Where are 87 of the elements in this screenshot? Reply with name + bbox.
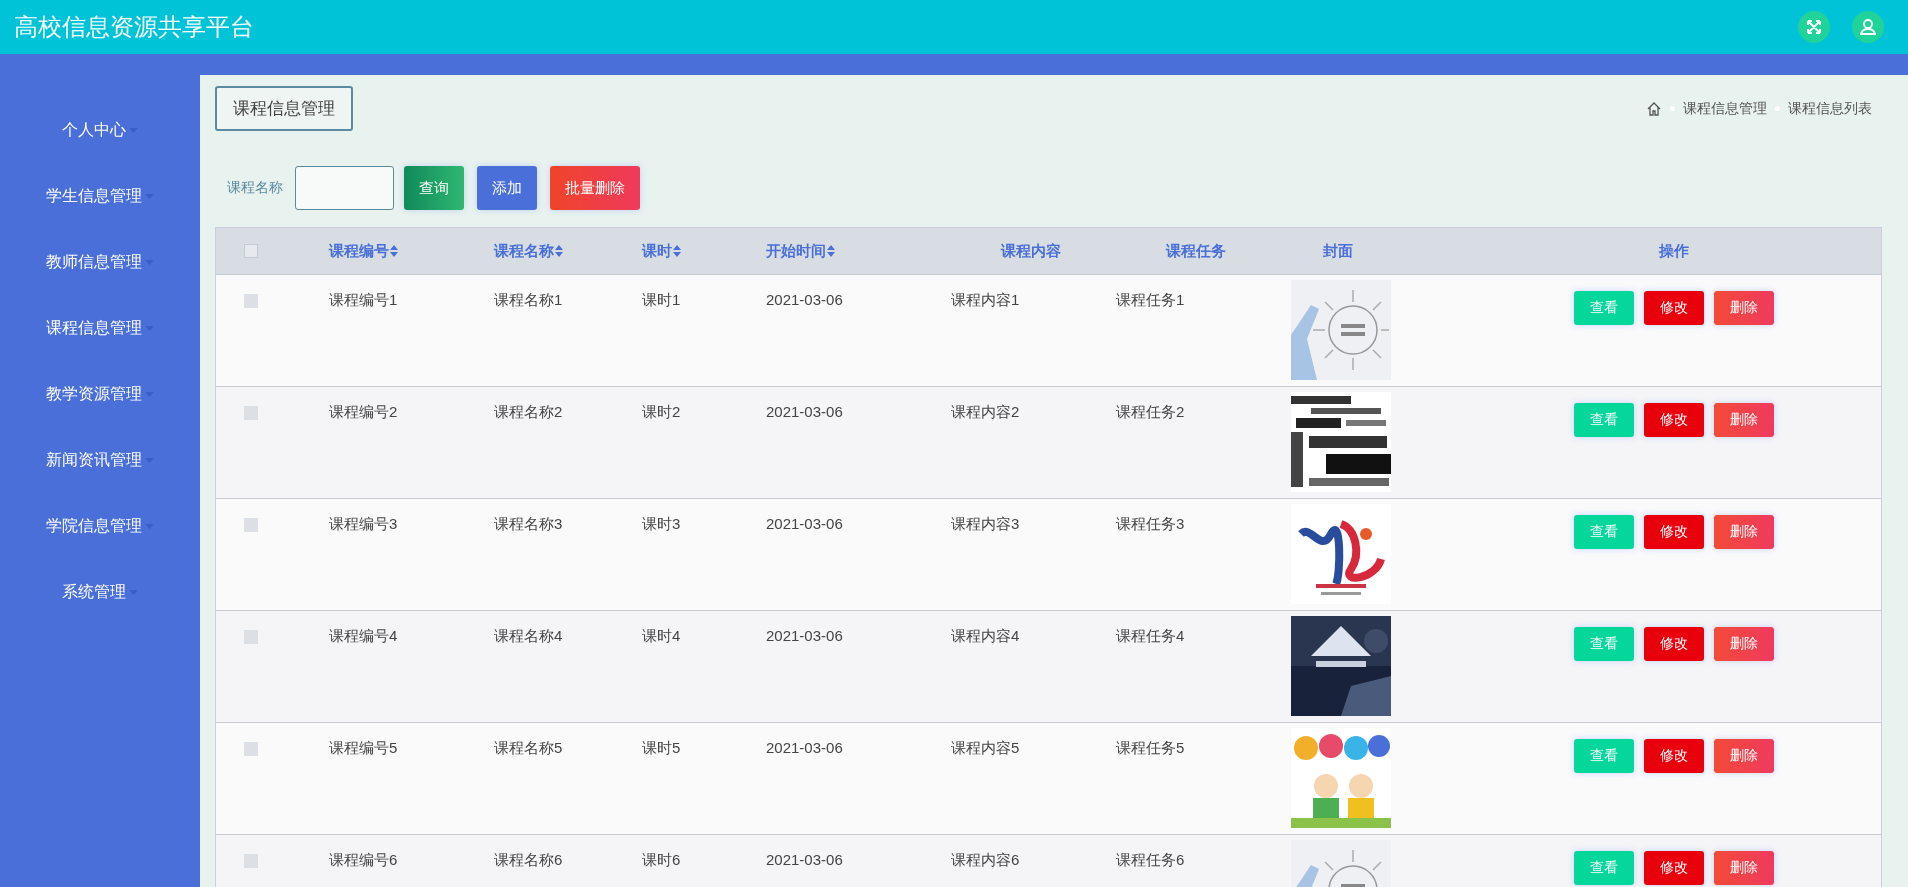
table-cell: 课时2 xyxy=(642,403,681,422)
page-title: 课程信息管理 xyxy=(215,86,353,131)
column-header: 操作 xyxy=(1658,241,1689,261)
row-checkbox[interactable] xyxy=(244,294,258,308)
table-cell: 课程编号6 xyxy=(329,851,398,870)
row-checkbox[interactable] xyxy=(244,406,258,420)
table-cell: 课程名称6 xyxy=(494,851,563,870)
delete-button[interactable]: 删除 xyxy=(1713,403,1774,437)
edit-button[interactable]: 修改 xyxy=(1643,515,1704,549)
sidebar-item[interactable]: 教师信息管理 xyxy=(35,229,165,295)
sidebar-item[interactable]: 新闻资讯管理 xyxy=(35,427,165,493)
delete-button[interactable]: 删除 xyxy=(1713,291,1774,325)
sort-icon[interactable] xyxy=(555,245,563,257)
column-header: 课程内容 xyxy=(1001,241,1061,261)
table-cell: 课程内容3 xyxy=(951,515,1020,534)
row-checkbox[interactable] xyxy=(244,854,258,868)
table-cell: 课程编号4 xyxy=(329,627,398,646)
sidebar-item[interactable]: 课程信息管理 xyxy=(35,295,165,361)
column-header[interactable]: 课程名称 xyxy=(494,241,563,261)
search-label: 课程名称 xyxy=(227,179,283,197)
row-checkbox[interactable] xyxy=(244,742,258,756)
sidebar-item[interactable]: 学生信息管理 xyxy=(35,163,165,229)
table-cell: 课程名称4 xyxy=(494,627,563,646)
delete-button[interactable]: 删除 xyxy=(1713,851,1774,885)
edit-button[interactable]: 修改 xyxy=(1643,403,1704,437)
table-cell: 课程编号1 xyxy=(329,291,398,310)
table-cell: 2021-03-06 xyxy=(766,515,843,532)
table-cell: 课时5 xyxy=(642,739,681,758)
table-cell: 2021-03-06 xyxy=(766,627,843,644)
table-cell: 课时3 xyxy=(642,515,681,534)
breadcrumb-item[interactable]: 课程信息管理 xyxy=(1683,99,1767,118)
column-header[interactable]: 课程编号 xyxy=(329,241,398,261)
table-cell: 课程编号3 xyxy=(329,515,398,534)
app-title: 高校信息资源共享平台 xyxy=(14,12,254,42)
sort-icon[interactable] xyxy=(827,245,835,257)
table-cell: 课程内容5 xyxy=(951,739,1020,758)
sidebar-item[interactable]: 教学资源管理 xyxy=(35,361,165,427)
select-all-checkbox[interactable] xyxy=(244,244,258,258)
edit-button[interactable]: 修改 xyxy=(1643,851,1704,885)
table-cell: 课时1 xyxy=(642,291,681,310)
column-header[interactable]: 课时 xyxy=(642,241,681,261)
breadcrumb-item: 课程信息列表 xyxy=(1788,99,1872,118)
edit-button[interactable]: 修改 xyxy=(1643,739,1704,773)
table-cell: 课程编号5 xyxy=(329,739,398,758)
table-cell: 课程任务2 xyxy=(1116,403,1185,422)
sidebar-item[interactable]: 系统管理 xyxy=(35,559,165,625)
table-cell: 课程任务6 xyxy=(1116,851,1185,870)
table-cell: 课程内容2 xyxy=(951,403,1020,422)
delete-button[interactable]: 删除 xyxy=(1713,739,1774,773)
table-cell: 2021-03-06 xyxy=(766,291,843,308)
edit-button[interactable]: 修改 xyxy=(1643,291,1704,325)
table-cell: 课程任务4 xyxy=(1116,627,1185,646)
table-cell: 课程任务5 xyxy=(1116,739,1185,758)
row-checkbox[interactable] xyxy=(244,518,258,532)
table-cell: 课程名称3 xyxy=(494,515,563,534)
column-header[interactable]: 开始时间 xyxy=(766,241,835,261)
table-cell: 课程名称5 xyxy=(494,739,563,758)
batch-delete-button[interactable]: 批量删除 xyxy=(550,166,640,210)
sort-icon[interactable] xyxy=(390,245,398,257)
row-checkbox[interactable] xyxy=(244,630,258,644)
delete-button[interactable]: 删除 xyxy=(1713,515,1774,549)
column-header: 课程任务 xyxy=(1166,241,1226,261)
add-button[interactable]: 添加 xyxy=(477,166,537,210)
table-cell: 课程任务1 xyxy=(1116,291,1185,310)
search-field[interactable] xyxy=(295,166,394,210)
user-icon[interactable] xyxy=(1852,11,1884,43)
table-cell: 2021-03-06 xyxy=(766,739,843,756)
table-cell: 2021-03-06 xyxy=(766,851,843,868)
table-cell: 课程任务3 xyxy=(1116,515,1185,534)
delete-button[interactable]: 删除 xyxy=(1713,627,1774,661)
sidebar-item[interactable]: 个人中心 xyxy=(35,97,165,163)
search-button[interactable]: 查询 xyxy=(404,166,464,210)
column-header: 封面 xyxy=(1323,241,1353,261)
sidebar-item[interactable]: 学院信息管理 xyxy=(35,493,165,559)
table-cell: 课程内容4 xyxy=(951,627,1020,646)
home-icon[interactable] xyxy=(1646,100,1662,117)
table-cell: 2021-03-06 xyxy=(766,403,843,420)
edit-button[interactable]: 修改 xyxy=(1643,627,1704,661)
sort-icon[interactable] xyxy=(673,245,681,257)
table-cell: 课程内容1 xyxy=(951,291,1020,310)
table-cell: 课程编号2 xyxy=(329,403,398,422)
table-cell: 课时4 xyxy=(642,627,681,646)
table-cell: 课程名称1 xyxy=(494,291,563,310)
fullscreen-icon[interactable] xyxy=(1798,11,1830,43)
table-cell: 课程内容6 xyxy=(951,851,1020,870)
table-cell: 课时6 xyxy=(642,851,681,870)
table-cell: 课程名称2 xyxy=(494,403,563,422)
